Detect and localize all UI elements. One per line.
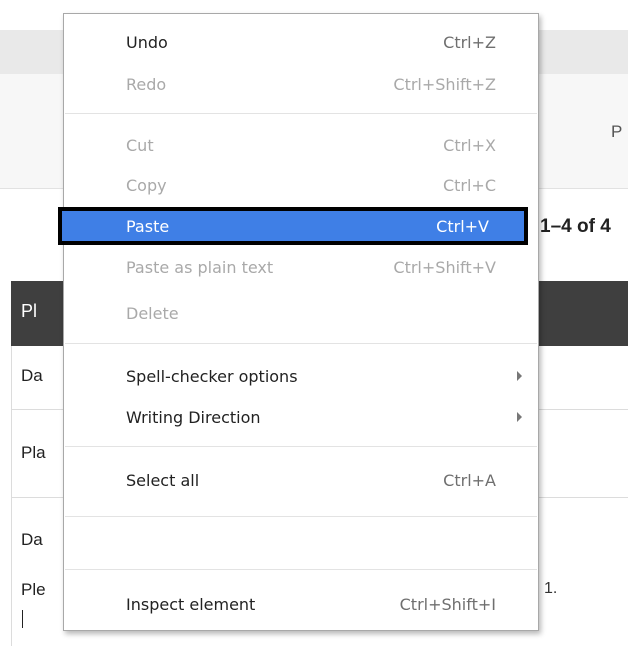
menu-item-label: Copy — [126, 176, 167, 195]
menu-item-redo[interactable]: Redo Ctrl+Shift+Z — [64, 68, 538, 102]
header-fragment: P — [611, 122, 623, 141]
row-text: Da — [21, 366, 43, 385]
row-text: Pla — [21, 443, 46, 462]
menu-item-label: Redo — [126, 75, 167, 94]
submenu-arrow-icon — [517, 412, 522, 422]
menu-item-label: Paste — [126, 217, 170, 236]
pagination-count: 1–4 of 4 — [540, 216, 611, 237]
menu-item-undo[interactable]: Undo Ctrl+Z — [64, 26, 538, 60]
menu-item-label: Paste as plain text — [126, 258, 274, 277]
menu-item-label: Writing Direction — [126, 408, 261, 427]
menu-item-select-all[interactable]: Select all Ctrl+A — [64, 464, 538, 498]
menu-item-paste-plain-text[interactable]: Paste as plain text Ctrl+Shift+V — [64, 251, 538, 285]
menu-item-paste[interactable]: Paste Ctrl+V — [58, 207, 528, 245]
row-text: Ple — [21, 580, 46, 599]
menu-item-shortcut: Ctrl+A — [443, 471, 496, 490]
menu-separator — [65, 446, 537, 447]
menu-item-shortcut: Ctrl+Shift+V — [393, 258, 496, 277]
divider — [11, 346, 12, 646]
context-menu: Undo Ctrl+Z Redo Ctrl+Shift+Z Cut Ctrl+X… — [58, 13, 539, 631]
menu-item-label: Inspect element — [126, 595, 256, 614]
menu-separator — [65, 516, 537, 517]
menu-item-copy[interactable]: Copy Ctrl+C — [64, 169, 538, 203]
menu-item-label: Spell-checker options — [126, 367, 298, 386]
section-header-fragment: Pl — [21, 301, 38, 321]
row-trailing-text: 1. — [544, 580, 558, 597]
menu-item-label: Undo — [126, 33, 168, 52]
menu-item-writing-direction[interactable]: Writing Direction — [64, 401, 538, 435]
menu-separator — [65, 569, 537, 570]
menu-item-shortcut: Ctrl+V — [436, 217, 489, 236]
menu-item-shortcut: Ctrl+Shift+Z — [393, 75, 496, 94]
row-text: Da — [21, 530, 43, 549]
text-cursor — [22, 610, 23, 628]
menu-item-cut[interactable]: Cut Ctrl+X — [64, 129, 538, 163]
menu-item-shortcut: Ctrl+Z — [443, 33, 496, 52]
menu-item-label: Cut — [126, 136, 154, 155]
menu-item-shortcut: Ctrl+Shift+I — [399, 595, 496, 614]
menu-item-spell-checker[interactable]: Spell-checker options — [64, 360, 538, 394]
menu-item-delete[interactable]: Delete — [64, 297, 538, 331]
menu-item-label: Delete — [126, 304, 179, 323]
menu-item-shortcut: Ctrl+C — [442, 176, 496, 195]
menu-separator — [65, 113, 537, 114]
menu-separator — [65, 343, 537, 344]
submenu-arrow-icon — [517, 371, 522, 381]
menu-item-inspect-element[interactable]: Inspect element Ctrl+Shift+I — [64, 588, 538, 622]
menu-item-label: Select all — [126, 471, 200, 490]
menu-item-shortcut: Ctrl+X — [443, 136, 496, 155]
